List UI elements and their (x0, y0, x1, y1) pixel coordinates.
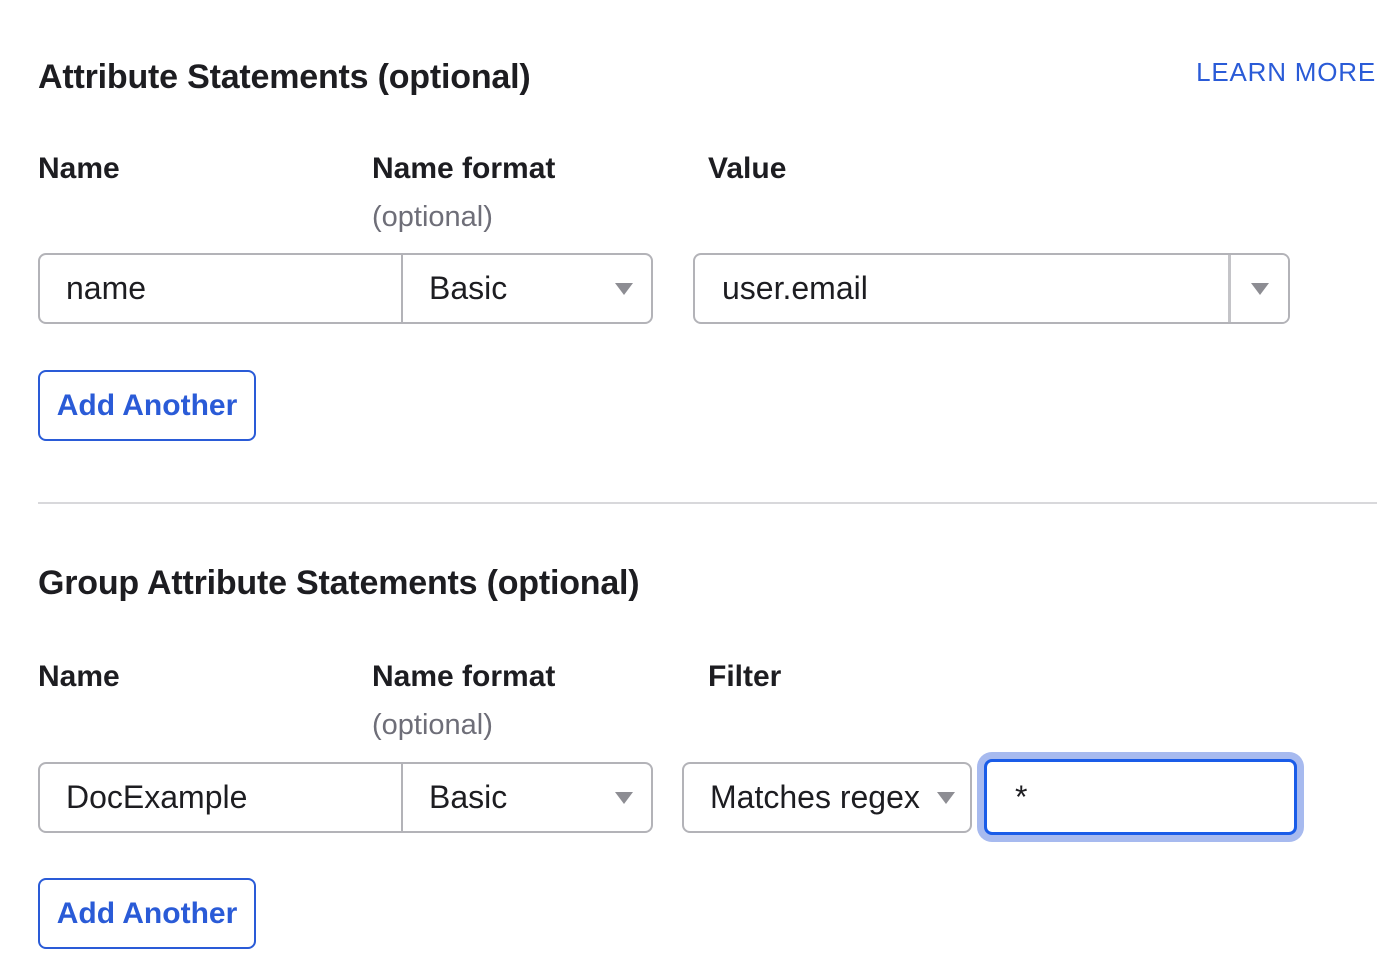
attribute-add-another-button[interactable]: Add Another (38, 370, 256, 441)
group-filter-value-input[interactable] (984, 759, 1297, 835)
group-name-format-column-header: Name format (372, 660, 555, 694)
group-filter-type-selected-value: Matches regex (710, 779, 920, 816)
section-divider (38, 502, 1377, 504)
group-add-another-button[interactable]: Add Another (38, 878, 256, 949)
dropdown-arrow-icon (615, 283, 633, 295)
attribute-name-format-selected-value: Basic (429, 270, 507, 307)
attribute-name-format-select[interactable]: Basic (401, 253, 653, 324)
attribute-value-combobox (693, 253, 1290, 324)
group-name-format-select[interactable]: Basic (401, 762, 653, 833)
saml-attribute-statements-form: Attribute Statements (optional) LEARN MO… (0, 0, 1384, 974)
group-filter-column-header: Filter (708, 660, 781, 694)
attribute-name-format-column-header: Name format (372, 152, 555, 186)
group-name-column-header: Name (38, 660, 120, 694)
dropdown-arrow-icon (1251, 283, 1269, 295)
attribute-value-input[interactable] (695, 255, 1228, 322)
group-attribute-statements-title: Group Attribute Statements (optional) (38, 564, 639, 603)
group-name-format-optional-note: (optional) (372, 709, 493, 742)
attribute-name-column-header: Name (38, 152, 120, 186)
attribute-name-format-optional-note: (optional) (372, 201, 493, 234)
dropdown-arrow-icon (615, 792, 633, 804)
attribute-statements-title: Attribute Statements (optional) (38, 58, 530, 97)
dropdown-arrow-icon (937, 792, 955, 804)
group-name-input[interactable] (38, 762, 403, 833)
attribute-name-input[interactable] (38, 253, 403, 324)
learn-more-link[interactable]: LEARN MORE (1196, 57, 1376, 88)
attribute-value-dropdown-button[interactable] (1228, 255, 1288, 322)
group-name-format-selected-value: Basic (429, 779, 507, 816)
attribute-value-column-header: Value (708, 152, 786, 186)
group-filter-type-select[interactable]: Matches regex (682, 762, 972, 833)
